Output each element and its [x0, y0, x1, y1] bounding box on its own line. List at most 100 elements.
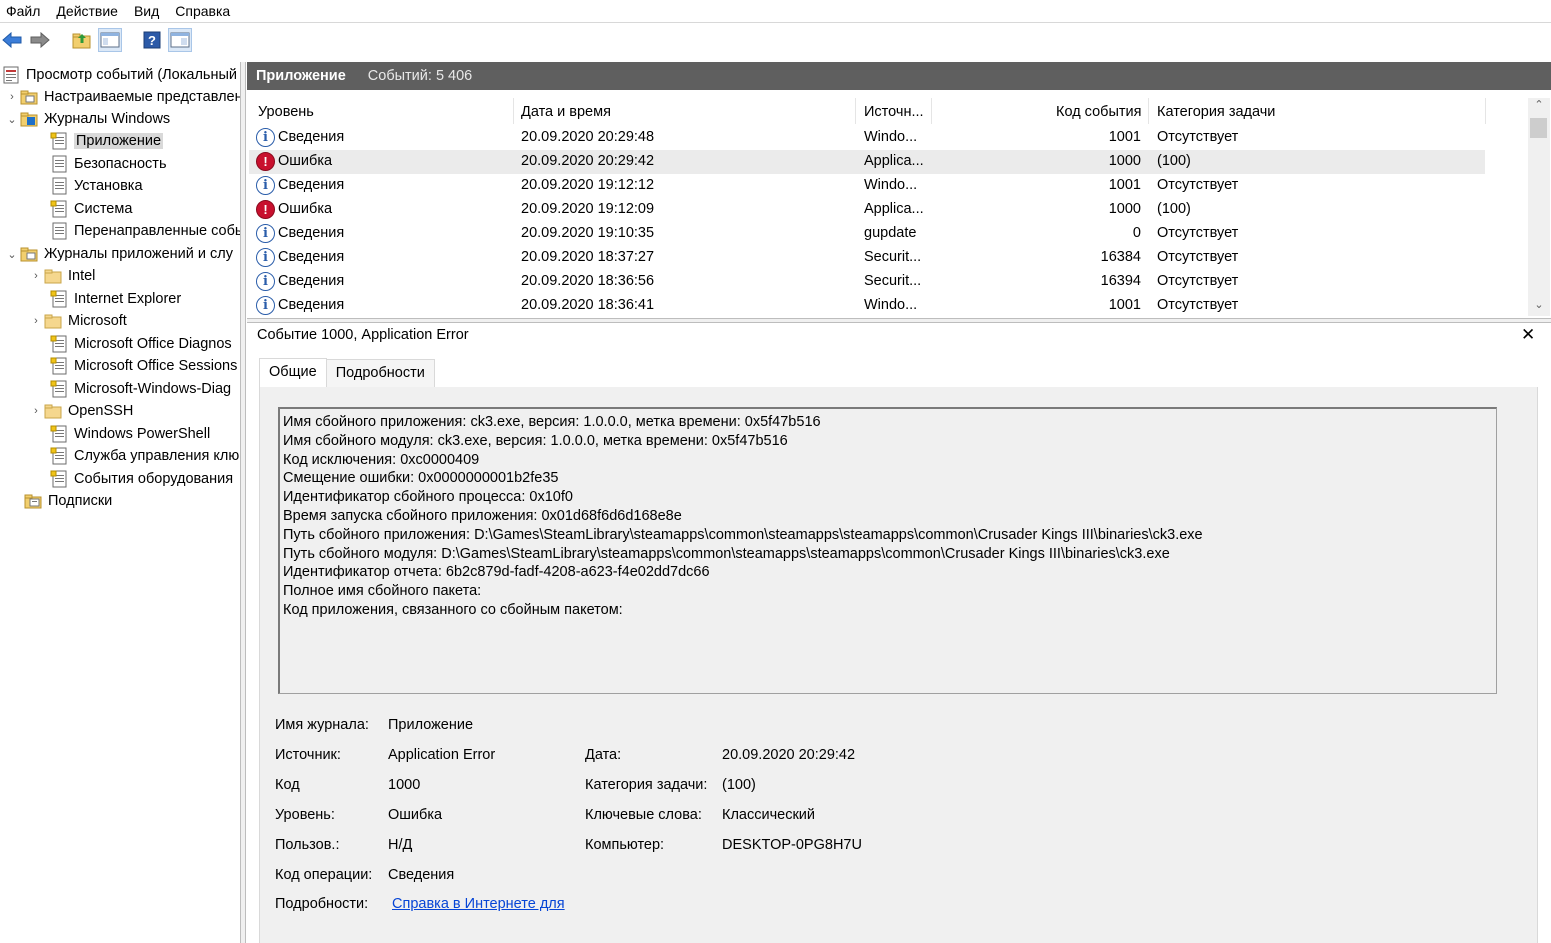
- cell-level: Сведения: [278, 177, 345, 193]
- column-event-id[interactable]: Код события: [1056, 104, 1141, 120]
- cell-category: Отсутствует: [1157, 225, 1239, 241]
- level-label: Уровень:: [275, 807, 335, 823]
- cell-date: 20.09.2020 20:29:42: [521, 153, 655, 169]
- menu-bar: Файл Действие Вид Справка: [0, 0, 1551, 22]
- tree-item-forwarded-events[interactable]: Перенаправленные собы: [50, 220, 240, 242]
- column-divider[interactable]: [513, 98, 514, 124]
- chevron-right-icon[interactable]: ›: [28, 315, 44, 327]
- tree-item-ms-office-sessions[interactable]: Microsoft Office Sessions: [50, 355, 237, 377]
- tree-item-powershell[interactable]: Windows PowerShell: [50, 423, 210, 445]
- tree-label: Microsoft: [68, 313, 127, 329]
- keywords-label: Ключевые слова:: [585, 807, 702, 823]
- description-line: Имя сбойного приложения: ck3.exe, версия…: [283, 414, 821, 430]
- table-row[interactable]: i Сведения 20.09.2020 18:36:56 Securit..…: [249, 270, 1485, 294]
- tree-item-ms-office-diag[interactable]: Microsoft Office Diagnos: [50, 333, 232, 355]
- tree-item-app-service-logs[interactable]: ⌄ Журналы приложений и слу: [4, 243, 233, 265]
- menu-view[interactable]: Вид: [126, 1, 167, 21]
- cell-level: Сведения: [278, 249, 345, 265]
- menu-file[interactable]: Файл: [0, 1, 48, 21]
- action-pane-icon[interactable]: [168, 28, 192, 52]
- tree-item-ms-windows-diag[interactable]: Microsoft-Windows-Diag: [50, 378, 231, 400]
- cell-event-id: 1001: [1108, 297, 1141, 313]
- table-row[interactable]: i Сведения 20.09.2020 19:12:12 Windo... …: [249, 174, 1485, 198]
- chevron-right-icon[interactable]: ›: [4, 91, 20, 103]
- tree-item-setup[interactable]: Установка: [50, 175, 143, 197]
- column-divider[interactable]: [855, 98, 856, 124]
- tree-item-openssh[interactable]: › OpenSSH: [28, 400, 133, 422]
- column-date[interactable]: Дата и время: [521, 104, 611, 120]
- tree-item-application[interactable]: Приложение: [50, 130, 164, 152]
- tree-label: Журналы приложений и слу: [44, 246, 233, 262]
- table-row[interactable]: ! Ошибка 20.09.2020 20:29:42 Applica... …: [249, 150, 1485, 174]
- scroll-thumb[interactable]: [1530, 118, 1547, 138]
- help-icon[interactable]: ?: [140, 28, 164, 52]
- tree-label: Intel: [68, 268, 96, 284]
- pane-header: Приложение Событий: 5 406: [247, 62, 1551, 90]
- tab-general[interactable]: Общие: [259, 358, 327, 387]
- source-label: Источник:: [275, 747, 341, 763]
- scroll-down-icon[interactable]: ⌄: [1528, 298, 1550, 316]
- cell-level: Ошибка: [278, 201, 333, 217]
- chevron-right-icon[interactable]: ›: [28, 405, 44, 417]
- tab-details[interactable]: Подробности: [325, 359, 435, 387]
- error-icon: !: [256, 200, 275, 219]
- folder-up-icon[interactable]: [70, 28, 94, 52]
- tree-item-windows-logs[interactable]: ⌄ Журналы Windows: [4, 108, 170, 130]
- cell-date: 20.09.2020 19:10:35: [521, 225, 655, 241]
- pane-splitter[interactable]: [247, 318, 1551, 323]
- tree-item-microsoft[interactable]: › Microsoft: [28, 310, 127, 332]
- tree-item-internet-explorer[interactable]: Internet Explorer: [50, 288, 181, 310]
- tree-item-key-management[interactable]: Служба управления клю: [50, 445, 239, 467]
- tree-label: Internet Explorer: [74, 291, 182, 307]
- cell-category: Отсутствует: [1157, 273, 1239, 289]
- event-description[interactable]: Имя сбойного приложения: ck3.exe, версия…: [278, 407, 1497, 694]
- tree-splitter[interactable]: [240, 62, 246, 943]
- online-help-link[interactable]: Справка в Интернете для: [392, 896, 565, 912]
- column-divider[interactable]: [1148, 98, 1149, 124]
- back-arrow-icon[interactable]: [0, 28, 24, 52]
- scroll-up-icon[interactable]: ⌃: [1528, 98, 1550, 116]
- tree-item-subscriptions[interactable]: Подписки: [20, 490, 112, 512]
- tree-item-hardware-events[interactable]: События оборудования: [50, 468, 233, 490]
- tree-label: Microsoft Office Diagnos: [74, 336, 232, 352]
- table-row[interactable]: i Сведения 20.09.2020 18:37:27 Securit..…: [249, 246, 1485, 270]
- cell-date: 20.09.2020 19:12:12: [521, 177, 655, 193]
- tree-item-event-viewer[interactable]: Просмотр событий (Локальный: [0, 64, 237, 86]
- tree-item-intel[interactable]: › Intel: [28, 265, 95, 287]
- log-icon: [50, 132, 68, 150]
- description-line: Смещение ошибки: 0x0000000001b2fe35: [283, 470, 559, 487]
- chevron-down-icon[interactable]: ⌄: [4, 113, 20, 126]
- menu-action[interactable]: Действие: [48, 1, 126, 21]
- tree-label: Windows PowerShell: [74, 426, 211, 442]
- tree-item-custom-views[interactable]: › Настраиваемые представлен: [4, 86, 240, 108]
- console-tree-icon[interactable]: [98, 28, 122, 52]
- cell-source: Windo...: [864, 177, 918, 193]
- column-task-category[interactable]: Категория задачи: [1157, 104, 1275, 120]
- close-icon[interactable]: ✕: [1521, 325, 1535, 345]
- list-scrollbar[interactable]: ⌃ ⌄: [1528, 98, 1550, 316]
- table-row[interactable]: ! Ошибка 20.09.2020 19:12:09 Applica... …: [249, 198, 1485, 222]
- chevron-down-icon[interactable]: ⌄: [4, 248, 20, 261]
- column-divider[interactable]: [1485, 98, 1486, 124]
- source-value: Application Error: [388, 747, 496, 763]
- table-row[interactable]: i Сведения 20.09.2020 19:10:35 gupdate 0…: [249, 222, 1485, 246]
- tree-label: Подписки: [48, 493, 113, 509]
- code-value: 1000: [388, 777, 421, 793]
- column-divider[interactable]: [931, 98, 932, 124]
- tree-item-system[interactable]: Система: [50, 198, 132, 220]
- column-level[interactable]: Уровень: [258, 104, 314, 120]
- tree-item-security[interactable]: Безопасность: [50, 153, 167, 175]
- info-icon: i: [256, 224, 275, 243]
- tree-label: Установка: [74, 178, 143, 194]
- table-row[interactable]: i Сведения 20.09.2020 20:29:48 Windo... …: [249, 126, 1485, 150]
- menu-help[interactable]: Справка: [167, 1, 238, 21]
- cell-date: 20.09.2020 18:36:56: [521, 273, 655, 289]
- cell-source: Applica...: [864, 201, 924, 217]
- column-source[interactable]: Источн...: [864, 104, 924, 120]
- cell-level: Сведения: [278, 129, 345, 145]
- chevron-right-icon[interactable]: ›: [28, 270, 44, 282]
- tree-label: Перенаправленные собы: [74, 223, 240, 239]
- windows-logs-icon: [20, 110, 38, 128]
- forward-arrow-icon[interactable]: [28, 28, 52, 52]
- table-row[interactable]: i Сведения 20.09.2020 18:36:41 Windo... …: [249, 294, 1485, 316]
